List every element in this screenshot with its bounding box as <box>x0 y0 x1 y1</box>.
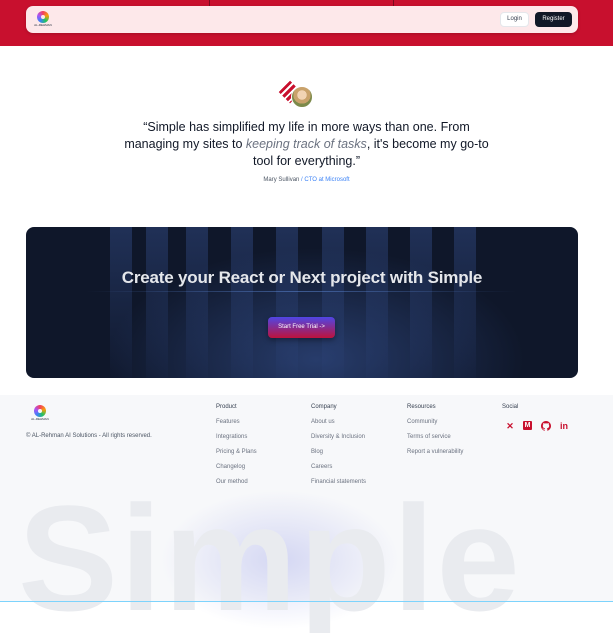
social-icons: ✕ M in <box>505 421 575 433</box>
footer-link[interactable]: Terms of service <box>407 434 463 449</box>
footer-column-company: Company About us Diversity & Inclusion B… <box>311 404 366 494</box>
footer-link[interactable]: Report a vulnerability <box>407 449 463 464</box>
logo-ring-icon <box>37 11 49 23</box>
x-icon[interactable]: ✕ <box>505 421 515 431</box>
footer-link[interactable]: Blog <box>311 449 366 464</box>
footer-link[interactable]: Features <box>216 419 257 434</box>
testimonial-quote: “Simple has simplified my life in more w… <box>120 119 493 170</box>
footer-link[interactable]: Diversity & Inclusion <box>311 434 366 449</box>
medium-icon[interactable]: M <box>523 421 532 430</box>
logo-ring-icon <box>34 405 46 417</box>
cta-glow <box>106 247 526 378</box>
logo-text: AL-REHMAN <box>34 24 52 27</box>
avatar <box>291 86 313 108</box>
testimonial-avatars <box>278 80 318 111</box>
cta-heading: Create your React or Next project with S… <box>121 268 483 287</box>
footer-link[interactable]: Integrations <box>216 434 257 449</box>
cta-divider-line <box>86 291 516 292</box>
footer-social: Social ✕ M in <box>502 404 568 431</box>
quote-emphasis: keeping track of tasks <box>245 137 367 151</box>
footer-link[interactable]: Financial statements <box>311 479 366 494</box>
footer-link[interactable]: Community <box>407 419 463 434</box>
copyright: © AL-Rehman AI Solutions - All rights re… <box>26 433 152 439</box>
watermark-text: Simple <box>18 483 522 633</box>
cta-banner: Create your React or Next project with S… <box>26 227 578 378</box>
column-heading: Social <box>502 404 519 410</box>
linkedin-icon[interactable]: in <box>559 421 569 431</box>
login-button[interactable]: Login <box>500 12 529 27</box>
footer-logo-text: AL-REHMAN <box>31 418 49 421</box>
column-heading: Company <box>311 404 337 410</box>
footer: Simple AL-REHMAN © AL-Rehman AI Solution… <box>0 395 613 633</box>
github-icon[interactable] <box>541 421 551 431</box>
footer-column-product: Product Features Integrations Pricing & … <box>216 404 257 494</box>
column-heading: Resources <box>407 404 436 410</box>
register-button[interactable]: Register <box>535 12 572 27</box>
footer-link[interactable]: Pricing & Plans <box>216 449 257 464</box>
start-free-trial-button[interactable]: Start Free Trial -> <box>268 317 335 338</box>
column-heading: Product <box>216 404 237 410</box>
footer-link[interactable]: Our method <box>216 479 257 494</box>
footer-link[interactable]: Careers <box>311 464 366 479</box>
footer-link[interactable]: About us <box>311 419 366 434</box>
footer-logo[interactable]: AL-REHMAN <box>31 405 49 423</box>
footer-link[interactable]: Changelog <box>216 464 257 479</box>
author-name: Mary Sullivan <box>263 177 300 183</box>
testimonial-attribution: Mary Sullivan / CTO at Microsoft <box>120 177 493 183</box>
navbar: AL-REHMAN Login Register <box>26 6 578 33</box>
author-role-link[interactable]: CTO at Microsoft <box>304 177 349 183</box>
brand-logo[interactable]: AL-REHMAN <box>34 11 52 29</box>
footer-column-resources: Resources Community Terms of service Rep… <box>407 404 463 464</box>
